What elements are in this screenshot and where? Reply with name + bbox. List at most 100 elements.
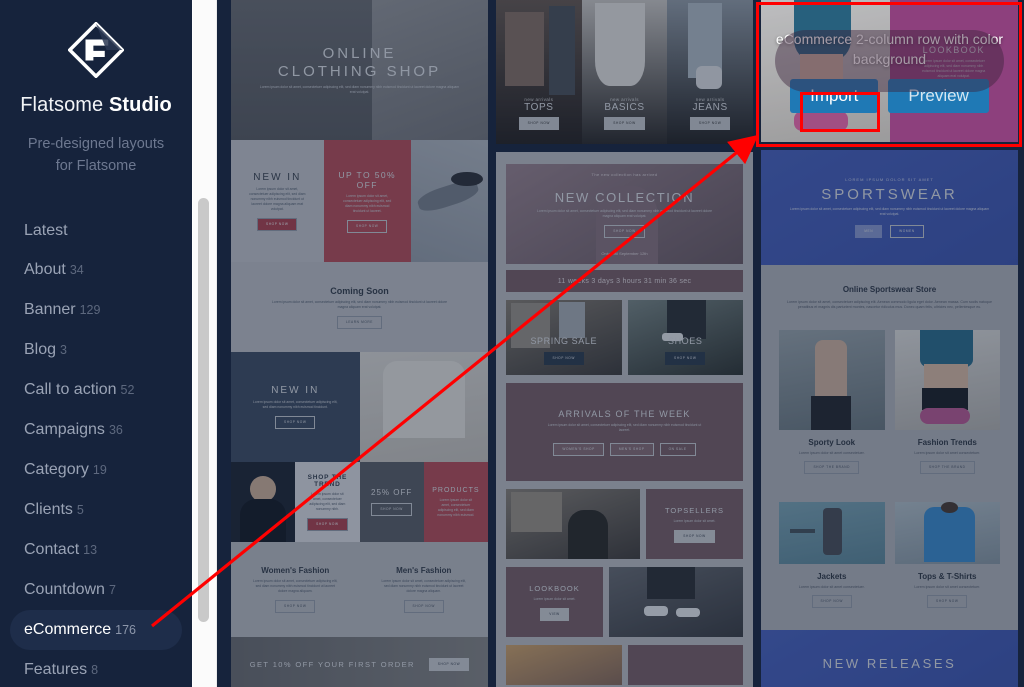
sidebar-scrollbar-thumb[interactable]: [198, 198, 209, 622]
brand-name-light: Flatsome: [20, 94, 104, 116]
product-photo: [779, 330, 885, 430]
topsellers-button: SHOP NOW: [674, 529, 715, 543]
sidebar-item-blog[interactable]: Blog 3: [10, 330, 182, 370]
sidebar-item-label: Contact: [24, 541, 80, 558]
new-in-2-title: NEW IN: [271, 385, 320, 396]
tile-basics: new arrivals BASICS SHOP NOW: [581, 0, 668, 144]
spring-sale-title: SPRING SALE: [530, 336, 598, 346]
sidebar-item-about[interactable]: About 34: [10, 250, 182, 290]
sidebar-item-ecommerce[interactable]: eCommerce 176: [10, 610, 182, 650]
arrivals-btn-mens: MEN'S SHOP: [609, 442, 654, 456]
new-in-title: NEW IN: [253, 171, 302, 183]
sidebar-item-countdown[interactable]: Countdown 7: [10, 570, 182, 610]
sidebar-item-count: 3: [60, 343, 67, 357]
sidebar-item-label: Features: [24, 661, 88, 678]
thumb-coming-soon: Coming Soon Lorem ipsum dolor sit amet, …: [231, 262, 488, 352]
tile-title-basics: BASICS: [604, 102, 645, 113]
lookbook-title: LOOKBOOK: [529, 583, 580, 593]
brand-block: Flatsome Studio Pre-designed layouts for…: [0, 0, 192, 177]
sidebar-item-label: About: [24, 261, 66, 278]
product-name: Sporty Look: [808, 438, 856, 447]
shoes-title: SHOES: [667, 336, 703, 346]
sidebar-item-count: 129: [79, 303, 101, 317]
sidebar-item-label: Category: [24, 461, 89, 478]
sidebar-item-label: Clients: [24, 501, 73, 518]
collection-footnote: Only until September 12th: [601, 251, 648, 256]
flatsome-studio-window: Flatsome Studio Pre-designed layouts for…: [0, 0, 1024, 687]
template-card-sportswear[interactable]: LOREM IPSUM DOLOR SIT AMET SPORTSWEAR Lo…: [761, 150, 1018, 687]
trend-title: SHOP THE TREND: [307, 473, 348, 488]
template-card-clothing-shop[interactable]: ONLINE CLOTHING SHOP Lorem ipsum dolor s…: [231, 0, 488, 687]
collection-title: NEW COLLECTION: [554, 190, 695, 205]
sidebar-item-label: Campaigns: [24, 421, 105, 438]
hero-subtitle: Lorem ipsum dolor sit amet, consectetuer…: [259, 85, 460, 94]
sidebar-item-call-to-action[interactable]: Call to action 52: [10, 370, 182, 410]
template-card-new-collection[interactable]: The new collection has arrived NEW COLLE…: [496, 152, 753, 687]
hero-title-line2: CLOTHING SHOP: [277, 63, 442, 80]
offer-sub: Lorem ipsum dolor sit amet, consectetuer…: [343, 193, 392, 213]
topsellers-sub: Lorem ipsum dolor sit amet.: [673, 518, 716, 523]
thumb-arrivals-week: ARRIVALS OF THE WEEK Lorem ipsum dolor s…: [506, 383, 743, 481]
template-grid: ONLINE CLOTHING SHOP Lorem ipsum dolor s…: [217, 0, 1024, 687]
thumb-collection-hero: The new collection has arrived NEW COLLE…: [506, 164, 743, 264]
store-title: Online Sportswear Store: [842, 285, 937, 294]
tile-button-basics: SHOP NOW: [604, 117, 645, 130]
thumb-products-row-1: Sporty Look Lorem ipsum dolor sit amet c…: [761, 316, 1018, 488]
thumb-store-intro: Online Sportswear Store Lorem ipsum dolo…: [761, 265, 1018, 316]
product-button: SHOP NOW: [927, 595, 968, 608]
hero-title-line1: ONLINE: [322, 45, 397, 62]
sidebar-item-label: Blog: [24, 341, 57, 358]
card-hover-overlay: eCommerce 2-column row with color backgr…: [761, 0, 1018, 142]
sidebar-item-category[interactable]: Category 19: [10, 450, 182, 490]
coming-soon-sub: Lorem ipsum dolor sit amet, consectetuer…: [271, 299, 448, 309]
arrivals-btn-sale: ON SALE: [659, 442, 696, 456]
product-sporty-look: Sporty Look Lorem ipsum dolor sit amet c…: [779, 330, 885, 474]
sportswear-sub: Lorem ipsum dolor sit amet, consectetuer…: [789, 207, 990, 216]
sidebar-item-label: Countdown: [24, 581, 105, 598]
thumb-portrait-photo: [231, 462, 296, 542]
sidebar-item-count: 5: [76, 503, 84, 517]
shoes-button: SHOP NOW: [665, 352, 706, 365]
sidebar-item-latest[interactable]: Latest: [10, 211, 182, 250]
sidebar-item-count: 176: [115, 623, 136, 637]
lookbook-sub: Lorem ipsum dolor sit amet.: [533, 596, 576, 601]
arrivals-sub: Lorem ipsum dolor sit amet, consectetuer…: [547, 422, 702, 432]
thumb-newin2-row: NEW IN Lorem ipsum dolor sit amet, conse…: [231, 352, 488, 462]
thumb-newin-offer-row: NEW IN Lorem ipsum dolor sit amet, conse…: [231, 140, 488, 262]
sidebar-item-count: 34: [69, 263, 84, 277]
thumb-topsellers: TOPSELLERS Lorem ipsum dolor sit amet. S…: [645, 489, 743, 559]
trend-button: SHOP NOW: [307, 517, 348, 531]
coming-soon-title: Coming Soon: [330, 285, 389, 296]
offer-button: SHOP NOW: [346, 219, 388, 233]
product-sub: Lorem ipsum dolor sit amet consectetuer.: [798, 451, 865, 455]
sidebar-item-campaigns[interactable]: Campaigns 36: [10, 410, 182, 450]
category-nav: Latest About 34 Banner 129 Blog 3 Call to actio…: [0, 211, 192, 687]
sidebar-item-features[interactable]: Features 8: [10, 650, 182, 687]
template-card-new-arrivals[interactable]: new arrivals TOPS SHOP NOW new arrivals …: [496, 0, 753, 144]
product-sub: Lorem ipsum dolor sit amet consectetuer.: [914, 585, 981, 589]
mens-button: SHOP NOW: [403, 600, 444, 613]
sidebar-item-banner[interactable]: Banner 129: [10, 290, 182, 330]
product-photo: [894, 502, 1000, 564]
mens-sub: Lorem ipsum dolor sit amet, consectetuer…: [381, 579, 466, 593]
template-card-ecommerce-2column[interactable]: LOOKBOOK Lorem ipsum dolor sit amet, con…: [761, 0, 1018, 142]
thumb-hero: ONLINE CLOTHING SHOP Lorem ipsum dolor s…: [231, 0, 488, 140]
tile-title-jeans: JEANS: [692, 102, 728, 113]
sidebar-item-clients[interactable]: Clients 5: [10, 490, 182, 530]
product-photo: [779, 502, 885, 564]
tile-jeans: new arrivals JEANS SHOP NOW: [667, 0, 753, 144]
thumb-products: PRODUCTS Lorem ipsum dolor sit amet, con…: [423, 462, 488, 542]
product-button: SHOP NOW: [811, 595, 852, 608]
sidebar-item-contact[interactable]: Contact 13: [10, 530, 182, 570]
product-sub: Lorem ipsum dolor sit amet consectetuer.: [914, 451, 981, 455]
arrivals-title: ARRIVALS OF THE WEEK: [558, 408, 691, 419]
thumb-trend-row: SHOP THE TREND Lorem ipsum dolor sit ame…: [231, 462, 488, 542]
new-in-sub: Lorem ipsum dolor sit amet, consectetuer…: [249, 186, 306, 211]
new-in-2-button: SHOP NOW: [275, 416, 316, 429]
sidebar-item-count: 7: [108, 583, 116, 597]
tile-button-tops: SHOP NOW: [518, 117, 560, 130]
sidebar: Flatsome Studio Pre-designed layouts for…: [0, 0, 192, 687]
thumb-promo-banner: GET 10% OFF YOUR FIRST ORDER SHOP NOW: [231, 637, 488, 687]
thumb-lookbook: LOOKBOOK Lorem ipsum dolor sit amet. VIE…: [506, 567, 604, 637]
store-sub: Lorem ipsum dolor sit amet, consectetuer…: [787, 300, 992, 309]
